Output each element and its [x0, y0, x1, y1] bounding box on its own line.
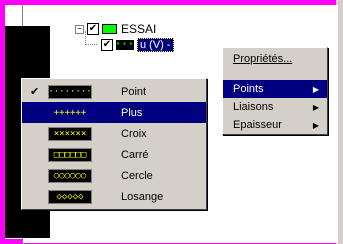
checkbox-checked-icon[interactable]: ✔ — [87, 23, 99, 35]
submenu-item-label: Cercle — [121, 169, 153, 182]
submenu-item-label: Point — [121, 85, 147, 98]
diamond-style-swatch: ◇◇◇◇◇ — [48, 189, 92, 204]
submenu-item-losange[interactable]: ◇◇◇◇◇ Losange — [22, 186, 206, 207]
submenu-item-label: Losange — [121, 190, 164, 203]
tree-node-root[interactable]: − ✔ ESSAI — [75, 21, 156, 37]
submenu-item-label: Carré — [121, 148, 149, 161]
tree-node-root-label[interactable]: ESSAI — [121, 22, 156, 36]
tree-node-child-label[interactable]: u (V) - — [137, 38, 174, 52]
menu-item-proprietes[interactable]: Propriétés... — [223, 48, 327, 70]
point-style-swatch: ·········· — [48, 84, 92, 99]
submenu-item-croix[interactable]: ×××××× Croix — [22, 123, 206, 144]
submenu-arrow-icon: ▶ — [312, 120, 319, 130]
circle-style-swatch: ○○○○○○ — [48, 168, 92, 183]
submenu-item-carre[interactable]: □□□□□□ Carré — [22, 144, 206, 165]
menu-item-liaisons[interactable]: Liaisons ▶ — [223, 98, 327, 116]
menu-item-label: Liaisons — [233, 101, 274, 113]
dotted-swatch-icon: • • • — [116, 40, 134, 50]
menu-item-points[interactable]: Points ▶ — [223, 80, 327, 98]
tree-connector — [85, 44, 97, 45]
checkbox-checked-icon[interactable]: ✔ — [101, 39, 113, 51]
submenu-item-label: Plus — [121, 106, 143, 119]
collapse-icon[interactable]: − — [75, 24, 84, 34]
menu-item-label: Points — [233, 83, 264, 95]
submenu-arrow-icon: ▶ — [312, 84, 319, 94]
submenu-arrow-icon: ▶ — [312, 102, 319, 112]
menu-spacer — [223, 70, 327, 80]
submenu-item-cercle[interactable]: ○○○○○○ Cercle — [22, 165, 206, 186]
menu-item-label: Propriétés... — [233, 53, 293, 65]
check-icon: ✔ — [30, 86, 40, 98]
menu-item-label: Epaisseur — [233, 119, 282, 131]
cross-style-swatch: ×××××× — [48, 126, 92, 141]
submenu-item-plus[interactable]: ++++++ Plus — [22, 102, 206, 123]
context-menu: Propriétés... Points ▶ Liaisons ▶ Epaiss… — [222, 47, 328, 135]
submenu-item-point[interactable]: ✔ ·········· Point — [22, 81, 206, 102]
tree-node-child[interactable]: ✔ • • • u (V) - — [98, 37, 174, 53]
square-style-swatch: □□□□□□ — [48, 147, 92, 162]
green-swatch-icon — [102, 24, 117, 34]
plus-style-swatch: ++++++ — [48, 105, 92, 120]
menu-item-epaisseur[interactable]: Epaisseur ▶ — [223, 116, 327, 134]
submenu-item-label: Croix — [121, 127, 147, 140]
points-submenu: ✔ ·········· Point ++++++ Plus ×××××× Cr… — [21, 78, 207, 210]
